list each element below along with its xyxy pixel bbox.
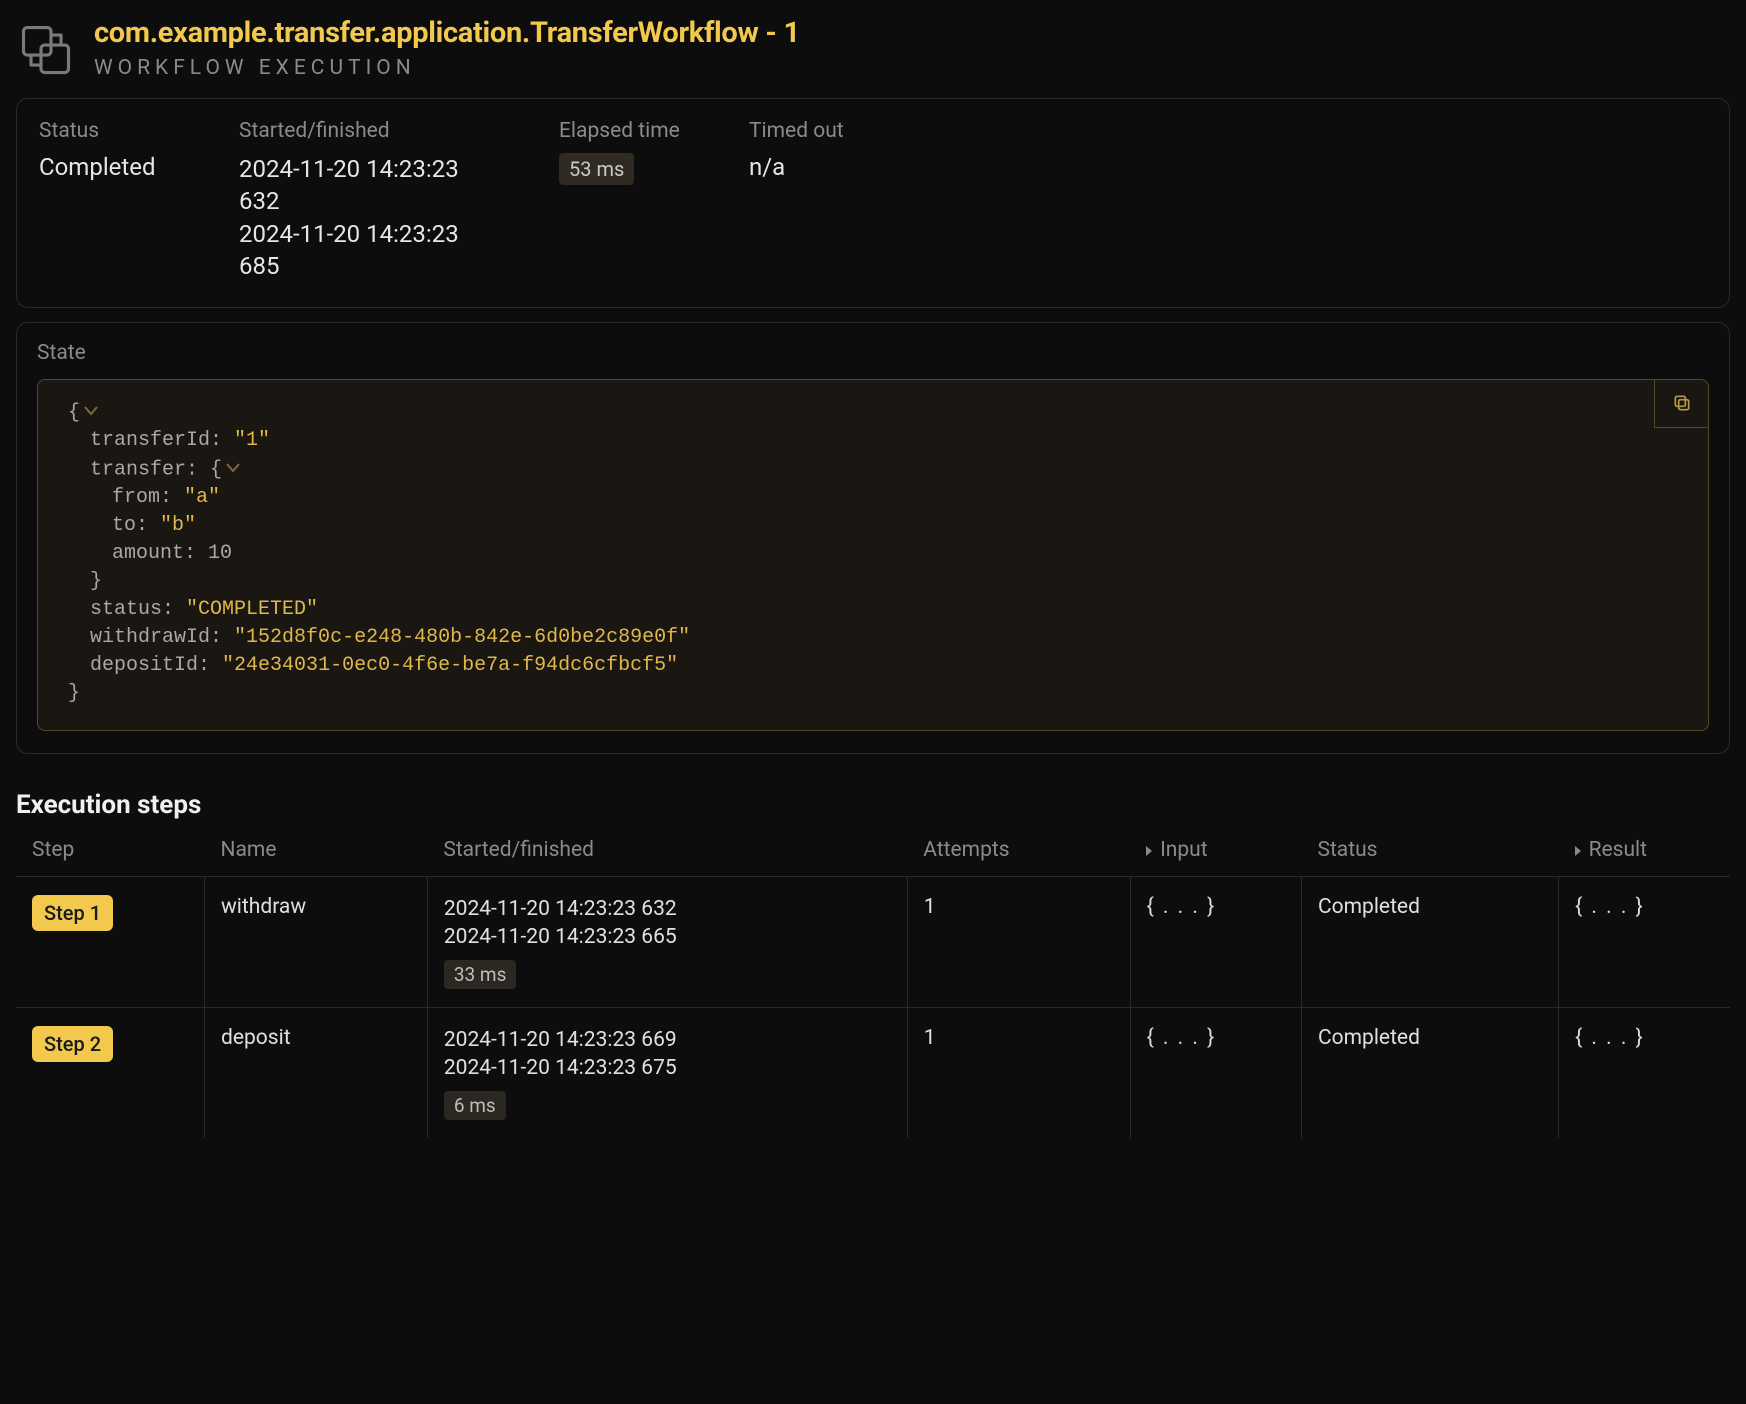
steps-table: Step Name Started/finished Attempts Inpu… — [16, 832, 1730, 1137]
elapsed-value: 53 ms — [559, 153, 634, 185]
json-line[interactable]: { — [68, 398, 1686, 427]
table-row: Step 2 deposit 2024-11-20 14:23:23 669 2… — [16, 1007, 1730, 1137]
step-result[interactable]: { . . . } — [1575, 1026, 1645, 1050]
json-line: } — [68, 680, 1686, 708]
chevron-down-icon[interactable] — [84, 398, 98, 426]
json-line: amount: 10 — [112, 540, 1686, 568]
page-title: com.example.transfer.application.Transfe… — [94, 16, 800, 50]
timeout-label: Timed out — [749, 119, 844, 143]
json-line[interactable]: transfer: { — [90, 455, 1686, 484]
workflow-icon — [16, 20, 76, 80]
state-label: State — [37, 341, 1709, 365]
finished-value: 2024-11-20 14:23:23 685 — [239, 218, 499, 283]
json-line: to: "b" — [112, 512, 1686, 540]
step-started: 2024-11-20 14:23:23 669 — [444, 1026, 891, 1054]
step-input[interactable]: { . . . } — [1147, 895, 1217, 919]
started-value: 2024-11-20 14:23:23 632 — [239, 153, 499, 218]
col-started: Started/finished — [427, 832, 907, 877]
col-name: Name — [205, 832, 428, 877]
step-finished: 2024-11-20 14:23:23 675 — [444, 1054, 891, 1082]
elapsed-label: Elapsed time — [559, 119, 689, 143]
step-attempts: 1 — [907, 1007, 1130, 1137]
json-line: transferId: "1" — [90, 427, 1686, 455]
step-result[interactable]: { . . . } — [1575, 895, 1645, 919]
started-finished-label: Started/finished — [239, 119, 499, 143]
step-name: deposit — [205, 1007, 428, 1137]
caret-right-icon — [1146, 846, 1152, 856]
col-status: Status — [1301, 832, 1558, 877]
json-line: } — [90, 568, 1686, 596]
step-elapsed: 6 ms — [444, 1091, 506, 1120]
step-name: withdraw — [205, 877, 428, 1008]
step-elapsed: 33 ms — [444, 960, 517, 989]
step-chip[interactable]: Step 1 — [32, 895, 113, 931]
timeout-value: n/a — [749, 153, 844, 181]
copy-button[interactable] — [1654, 380, 1708, 428]
chevron-down-icon[interactable] — [226, 455, 240, 483]
status-label: Status — [39, 119, 179, 143]
state-json-viewer: { transferId: "1" transfer: { from: "a" … — [37, 379, 1709, 732]
json-line: withdrawId: "152d8f0c-e248-480b-842e-6d0… — [90, 624, 1686, 652]
col-step: Step — [16, 832, 205, 877]
summary-card: Status Completed Started/finished 2024-1… — [16, 98, 1730, 308]
step-chip[interactable]: Step 2 — [32, 1026, 113, 1062]
json-line: from: "a" — [112, 484, 1686, 512]
json-line: status: "COMPLETED" — [90, 596, 1686, 624]
status-value: Completed — [39, 153, 179, 181]
step-status: Completed — [1301, 877, 1558, 1008]
page-subtitle: WORKFLOW EXECUTION — [94, 56, 800, 80]
step-status: Completed — [1301, 1007, 1558, 1137]
col-result[interactable]: Result — [1559, 832, 1730, 877]
state-card: State { transferId: "1" transfer: { from… — [16, 322, 1730, 755]
steps-title: Execution steps — [16, 790, 1730, 820]
caret-right-icon — [1575, 846, 1581, 856]
table-header-row: Step Name Started/finished Attempts Inpu… — [16, 832, 1730, 877]
step-finished: 2024-11-20 14:23:23 665 — [444, 923, 891, 951]
table-row: Step 1 withdraw 2024-11-20 14:23:23 632 … — [16, 877, 1730, 1008]
col-input[interactable]: Input — [1130, 832, 1301, 877]
page-header: com.example.transfer.application.Transfe… — [16, 16, 1730, 80]
step-started: 2024-11-20 14:23:23 632 — [444, 895, 891, 923]
json-line: depositId: "24e34031-0ec0-4f6e-be7a-f94d… — [90, 652, 1686, 680]
step-input[interactable]: { . . . } — [1147, 1026, 1217, 1050]
step-attempts: 1 — [907, 877, 1130, 1008]
col-attempts: Attempts — [907, 832, 1130, 877]
